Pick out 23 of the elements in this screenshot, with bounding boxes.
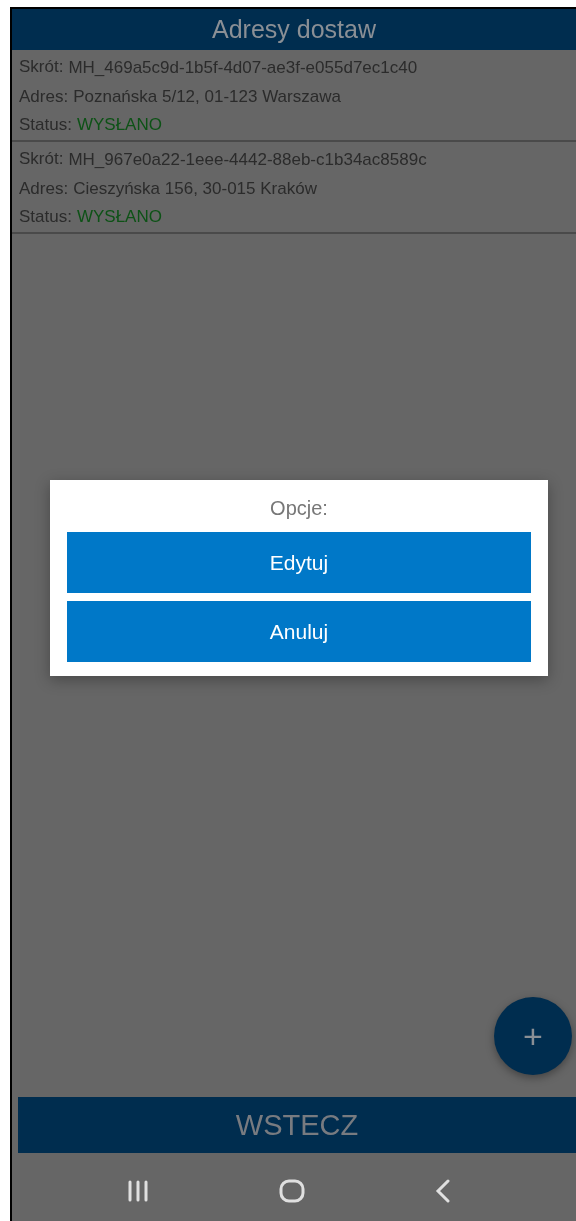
- address-label: Adres:: [19, 86, 69, 108]
- address-label: Adres:: [19, 178, 69, 200]
- dialog-option-button[interactable]: Edytuj: [67, 532, 531, 593]
- home-icon[interactable]: [279, 1179, 305, 1203]
- back-button[interactable]: WSTECZ: [18, 1097, 576, 1153]
- address-value: Poznańska 5/12, 01-123 Warszawa: [73, 86, 341, 108]
- status-value: WYSŁANO: [76, 114, 162, 136]
- dialog-option-button[interactable]: Anuluj: [67, 601, 531, 662]
- address-list-item[interactable]: Skrót: MH_469a5c9d-1b5f-4d07-ae3f-e055d7ec1c40 Adres: Poznańska 5/12, 01-123 Warszawa Status: WYSŁANO: [12, 50, 576, 142]
- address-value: Cieszyńska 156, 30-015 Kraków: [73, 178, 317, 200]
- code-value: MH_967e0a22-1eee-4442-88eb-c1b34ac8589c: [68, 149, 428, 171]
- dialog-title: Opcje:: [269, 496, 329, 521]
- back-icon[interactable]: [435, 1179, 451, 1203]
- code-label: Skrót:: [19, 148, 64, 170]
- code-value: MH_469a5c9d-1b5f-4d07-ae3f-e055d7ec1c40: [68, 57, 419, 79]
- screen-title: Adresy dostaw: [12, 9, 576, 50]
- status-label: Status:: [19, 206, 72, 228]
- recent-apps-icon[interactable]: [127, 1179, 149, 1203]
- status-value: WYSŁANO: [76, 206, 162, 228]
- address-list-item[interactable]: Skrót: MH_967e0a22-1eee-4442-88eb-c1b34ac8589c Adres: Cieszyńska 156, 30-015 Kraków Status: WYSŁANO: [12, 142, 576, 234]
- status-label: Status:: [19, 114, 72, 136]
- code-label: Skrót:: [19, 56, 64, 78]
- add-button[interactable]: +: [494, 997, 572, 1075]
